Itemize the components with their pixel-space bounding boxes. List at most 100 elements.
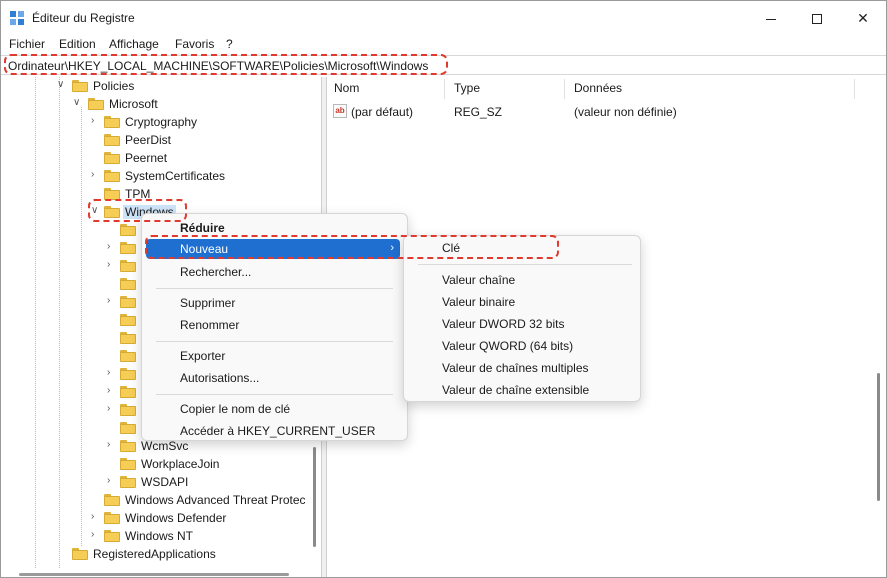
tree-item-label: RegisteredApplications — [93, 547, 216, 561]
menu-item-copy-key-name[interactable]: Copier le nom de clé — [146, 399, 403, 419]
tree-item-label: PeerDist — [125, 133, 172, 147]
folder-icon — [104, 530, 120, 542]
new-submenu: Clé Valeur chaîne Valeur binaire Valeur … — [403, 235, 641, 402]
scrollbar-thumb[interactable] — [19, 573, 289, 576]
collapsed-chevron-icon[interactable]: › — [107, 259, 117, 271]
values-scrollbar-thumb[interactable] — [877, 373, 880, 501]
expanded-chevron-icon[interactable]: ∨ — [57, 79, 67, 91]
folder-icon — [120, 242, 136, 254]
tree-item-windows-atp[interactable]: Windows Advanced Threat Protec — [1, 491, 311, 509]
submenu-item-dword-value[interactable]: Valeur DWORD 32 bits — [408, 314, 636, 334]
value-row[interactable]: ab (par défaut) REG_SZ (valeur non défin… — [327, 103, 886, 121]
scrollbar-thumb[interactable] — [313, 447, 316, 547]
tree-item-policies[interactable]: ∨ Policies — [1, 77, 311, 95]
collapsed-chevron-icon[interactable]: › — [107, 367, 117, 379]
close-button[interactable]: ✕ — [840, 1, 886, 35]
tree-item-peerdist[interactable]: PeerDist — [1, 131, 311, 149]
tree-item-label: SystemCertificates — [125, 169, 226, 183]
window-title: Éditeur du Registre — [32, 11, 135, 25]
close-icon: ✕ — [857, 10, 869, 26]
annotation-address-highlight — [4, 54, 448, 75]
value-name: (par défaut) — [351, 105, 414, 119]
minimize-button[interactable] — [748, 1, 794, 35]
tree-item-label: Policies — [93, 79, 135, 93]
collapsed-chevron-icon[interactable]: › — [91, 115, 101, 127]
maximize-icon — [812, 14, 822, 25]
expanded-chevron-icon[interactable]: ∨ — [73, 97, 83, 109]
folder-icon — [104, 116, 120, 128]
menu-affichage[interactable]: Affichage — [109, 37, 159, 51]
folder-icon — [120, 440, 136, 452]
tree-item-label: WSDAPI — [141, 475, 189, 489]
collapsed-chevron-icon[interactable]: › — [107, 403, 117, 415]
tree-item-systemcertificates[interactable]: › SystemCertificates — [1, 167, 311, 185]
menu-separator — [156, 288, 393, 289]
tree-item-child[interactable] — [1, 329, 141, 347]
tree-item-child[interactable]: › — [1, 383, 141, 401]
collapsed-chevron-icon[interactable]: › — [91, 511, 101, 523]
tree-item-workplacejoin[interactable]: WorkplaceJoin — [1, 455, 311, 473]
registry-editor-window: Éditeur du Registre ✕ Fichier Edition Af… — [0, 0, 887, 578]
value-data: (valeur non définie) — [574, 105, 677, 119]
tree-item-label: Peernet — [125, 151, 168, 165]
folder-icon — [72, 548, 88, 560]
tree-item-child[interactable] — [1, 419, 141, 437]
folder-icon — [120, 476, 136, 488]
tree-item-child[interactable]: › — [1, 239, 141, 257]
menu-item-rename[interactable]: Renommer — [146, 315, 403, 335]
tree-item-child[interactable]: › — [1, 257, 141, 275]
collapsed-chevron-icon[interactable]: › — [107, 385, 117, 397]
collapsed-chevron-icon[interactable]: › — [91, 169, 101, 181]
menu-item-find[interactable]: Rechercher... — [146, 262, 403, 282]
folder-icon — [120, 332, 136, 344]
tree-item-child[interactable] — [1, 311, 141, 329]
menu-edition[interactable]: Edition — [59, 37, 96, 51]
folder-icon — [120, 368, 136, 380]
submenu-item-qword-value[interactable]: Valeur QWORD (64 bits) — [408, 336, 636, 356]
tree-item-windows-nt[interactable]: › Windows NT — [1, 527, 311, 545]
maximize-button[interactable] — [794, 1, 840, 35]
folder-icon — [120, 314, 136, 326]
menu-help[interactable]: ? — [226, 37, 233, 51]
collapsed-chevron-icon[interactable]: › — [107, 241, 117, 253]
collapsed-chevron-icon[interactable]: › — [107, 295, 117, 307]
collapsed-chevron-icon[interactable]: › — [107, 475, 117, 487]
value-type: REG_SZ — [454, 105, 503, 119]
tree-item-cryptography[interactable]: › Cryptography — [1, 113, 311, 131]
menu-separator — [156, 341, 393, 342]
tree-item-child[interactable]: › — [1, 365, 141, 383]
submenu-item-multi-string-value[interactable]: Valeur de chaînes multiples — [408, 358, 636, 378]
column-header-type[interactable]: Type — [454, 81, 480, 95]
tree-item-child[interactable] — [1, 221, 141, 239]
menu-item-permissions[interactable]: Autorisations... — [146, 368, 403, 388]
tree-item-wsdapi[interactable]: › WSDAPI — [1, 473, 311, 491]
tree-item-child[interactable] — [1, 347, 141, 365]
tree-item-windows-defender[interactable]: › Windows Defender — [1, 509, 311, 527]
tree-horizontal-scrollbar[interactable] — [1, 569, 321, 577]
collapsed-chevron-icon[interactable]: › — [91, 529, 101, 541]
menu-item-export[interactable]: Exporter — [146, 346, 403, 366]
tree-item-child[interactable]: › — [1, 293, 141, 311]
column-separator[interactable] — [444, 79, 445, 99]
title-bar: Éditeur du Registre ✕ — [1, 1, 886, 35]
tree-item-microsoft[interactable]: ∨ Microsoft — [1, 95, 311, 113]
submenu-item-binary-value[interactable]: Valeur binaire — [408, 292, 636, 312]
column-separator[interactable] — [854, 79, 855, 99]
tree-item-registeredapplications[interactable]: RegisteredApplications — [1, 545, 311, 563]
submenu-item-string-value[interactable]: Valeur chaîne — [408, 270, 636, 290]
menu-fichier[interactable]: Fichier — [9, 37, 45, 51]
menu-item-delete[interactable]: Supprimer — [146, 293, 403, 313]
collapsed-chevron-icon[interactable]: › — [107, 439, 117, 451]
tree-item-child[interactable] — [1, 275, 141, 293]
tree-item-label: Windows Defender — [125, 511, 227, 525]
submenu-item-expandable-string-value[interactable]: Valeur de chaîne extensible — [408, 380, 636, 400]
column-header-name[interactable]: Nom — [334, 81, 359, 95]
column-separator[interactable] — [564, 79, 565, 99]
folder-icon — [104, 152, 120, 164]
tree-item-child[interactable]: › — [1, 401, 141, 419]
menu-item-goto-hkcu[interactable]: Accéder à HKEY_CURRENT_USER — [146, 421, 403, 441]
column-header-data[interactable]: Données — [574, 81, 622, 95]
tree-item-peernet[interactable]: Peernet — [1, 149, 311, 167]
folder-icon — [120, 404, 136, 416]
menu-favoris[interactable]: Favoris — [175, 37, 214, 51]
